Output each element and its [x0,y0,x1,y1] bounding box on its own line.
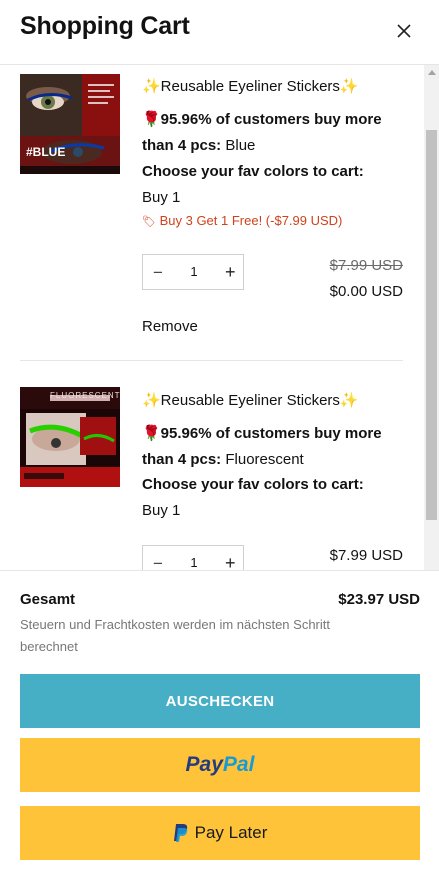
option-1-value: Fluorescent [225,451,304,468]
product-thumbnail[interactable] [20,387,120,487]
option-1-value: Blue [225,137,256,154]
page-title: Shopping Cart [20,12,190,40]
item-price: $7.99 USD [329,547,403,564]
discount-text: Buy 3 Get 1 Free! (-$7.99 USD) [159,213,343,228]
quantity-stepper[interactable]: − 1 + [142,254,244,290]
product-title[interactable]: ✨Reusable Eyeliner Stickers✨ [142,77,359,95]
quantity-stepper[interactable]: − 1 + [142,545,244,570]
product-title[interactable]: ✨Reusable Eyeliner Stickers✨ [142,391,359,409]
item-divider [20,360,403,361]
paypal-p-icon [173,824,187,842]
checkout-label: AUSCHECKEN [165,692,275,710]
option-2-label: Choose your fav colors to cart: [142,163,364,180]
product-option-1: 🌹95.96% of customers buy more than 4 pcs… [142,421,404,473]
tax-note: Steuern und Frachtkosten werden im nächs… [20,617,330,654]
option-2-label: Choose your fav colors to cart: [142,476,364,493]
plus-icon[interactable]: + [225,262,236,283]
paypal-logo: PayPal [185,753,255,776]
scrollbar-thumb[interactable] [426,130,437,520]
scroll-up-arrow-icon[interactable] [428,70,436,75]
original-price: $7.99 USD [329,257,403,274]
pay-later-content: Pay Later [173,823,268,843]
product-option-2: Choose your fav colors to cart: Buy 1 [142,472,404,524]
product-option-1: 🌹95.96% of customers buy more than 4 pcs… [142,107,404,159]
close-icon[interactable] [393,20,415,42]
remove-button[interactable]: Remove [142,318,198,335]
tag-icon: 🏷 [142,216,156,228]
total-value: $23.97 USD [338,591,420,608]
cart-items-list[interactable]: #BLUE ✨Reusable Eyeliner Stickers✨ 🌹95.9… [0,65,439,570]
paypal-button[interactable]: PayPal [20,738,420,792]
plus-icon[interactable]: + [225,553,236,570]
checkout-button[interactable]: AUSCHECKEN [20,674,420,728]
pay-later-button[interactable]: Pay Later [20,806,420,860]
option-2-value: Buy 1 [142,189,181,206]
thumb-label: FLUORESCENT [50,391,121,400]
thumb-label: #BLUE [26,145,66,159]
option-2-value: Buy 1 [142,502,181,519]
product-option-2: Choose your fav colors to cart: Buy 1 [142,159,404,211]
total-label: Gesamt [20,591,76,608]
product-thumbnail[interactable] [20,74,120,174]
pay-later-label: Pay Later [194,823,268,842]
cart-footer: Gesamt $23.97 USD Steuern und Frachtkost… [0,570,439,876]
cart-header: Shopping Cart [0,0,439,65]
item-price: $0.00 USD [329,283,403,300]
option-1-label: 🌹95.96% of customers buy more than 4 pcs… [142,111,382,154]
discount-badge: 🏷 Buy 3 Get 1 Free! (-$7.99 USD) [142,213,342,228]
